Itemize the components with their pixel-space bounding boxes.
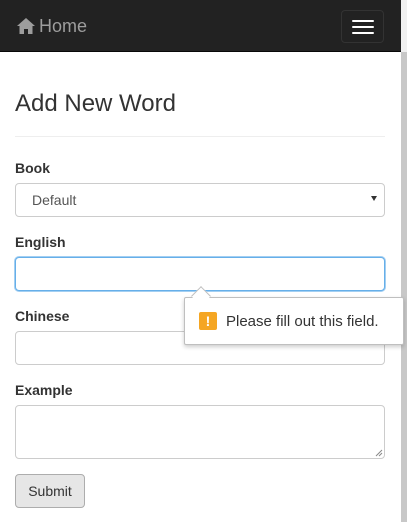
- book-select[interactable]: Default: [15, 183, 385, 217]
- chinese-label: Chinese: [15, 308, 70, 324]
- page-title: Add New Word: [15, 90, 176, 117]
- home-icon: [17, 18, 35, 34]
- book-label: Book: [15, 160, 50, 176]
- resize-grip-icon[interactable]: [375, 449, 383, 457]
- example-textarea[interactable]: [15, 405, 385, 459]
- navbar: Home: [0, 0, 401, 52]
- navbar-toggle-button[interactable]: [341, 10, 384, 43]
- validation-tooltip: ! Please fill out this field.: [184, 297, 404, 345]
- warning-icon: !: [199, 312, 217, 330]
- chevron-down-icon: [371, 196, 377, 201]
- validation-message: Please fill out this field.: [226, 313, 379, 330]
- scrollbar-thumb[interactable]: [401, 52, 407, 522]
- english-label: English: [15, 234, 66, 250]
- example-label: Example: [15, 382, 73, 398]
- divider: [15, 136, 385, 137]
- book-select-value: Default: [32, 192, 77, 208]
- submit-button[interactable]: Submit: [15, 474, 85, 508]
- home-link[interactable]: Home: [16, 14, 87, 38]
- home-label: Home: [39, 16, 88, 36]
